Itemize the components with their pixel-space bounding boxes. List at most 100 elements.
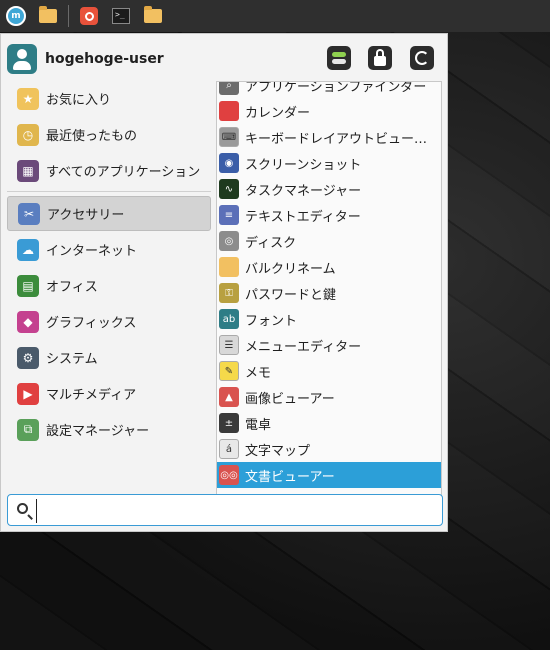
- play-icon: ▶: [17, 382, 39, 405]
- category-item[interactable]: ⚙ システム: [7, 340, 211, 375]
- app-label: 文書ビューアー: [245, 469, 335, 485]
- category-item[interactable]: ▶ マルチメディア: [7, 376, 211, 411]
- category-item[interactable]: ⧉ 設定マネージャー: [7, 412, 211, 447]
- office-icon: ▤: [17, 274, 39, 297]
- graphics-icon: ◆: [17, 310, 39, 333]
- app-list-item[interactable]: ◎◎ 文書ビューアー: [217, 462, 441, 488]
- settings-icon: ⧉: [17, 418, 39, 441]
- calendar-icon: [219, 101, 239, 121]
- firefox-icon: [80, 7, 98, 25]
- lock-screen-button[interactable]: [368, 46, 392, 70]
- category-list: ★ お気に入り ◷ 最近使ったもの ▦ すべてのアプリケーション ✂ アクセサリー ☁ インターネ…: [7, 81, 211, 448]
- application-menu: hogehoge-user ★ お気に入り ◷ 最近使ったもの ▦ すべてのアプリケーショ…: [0, 33, 448, 532]
- category-label: オフィス: [46, 280, 98, 295]
- recent-icon: ◷: [17, 123, 39, 146]
- image-viewer-icon: ▲: [219, 387, 239, 407]
- app-list-item[interactable]: ✎ メモ: [217, 358, 441, 384]
- avatar[interactable]: [7, 44, 37, 74]
- settings-toggle-icon: [332, 51, 346, 65]
- category-item[interactable]: ◷ 最近使ったもの: [7, 117, 211, 152]
- search-input[interactable]: [36, 499, 443, 523]
- app-list-item[interactable]: ab フォント: [217, 306, 441, 332]
- app-label: スクリーンショット: [245, 157, 362, 173]
- app-list-item[interactable]: ⌨ キーボードレイアウトビュー…: [217, 124, 441, 150]
- app-list-item[interactable]: á 文字マップ: [217, 436, 441, 462]
- folder-icon: [219, 257, 239, 277]
- app-list-item[interactable]: バルクリネーム: [217, 254, 441, 280]
- power-icon: [415, 51, 429, 65]
- folder-icon: [39, 6, 57, 23]
- search-box[interactable]: [7, 494, 443, 526]
- mint-logo-icon: m: [6, 6, 26, 26]
- app-list-item[interactable]: ± 電卓: [217, 410, 441, 436]
- app-list-item[interactable]: ◉ スクリーンショット: [217, 150, 441, 176]
- app-label: バルクリネーム: [245, 261, 336, 277]
- category-item[interactable]: ◆ グラフィックス: [7, 304, 211, 339]
- app-list-item[interactable]: ☰ メニューエディター: [217, 332, 441, 358]
- category-separator: [7, 191, 211, 192]
- category-label: すべてのアプリケーション: [46, 165, 201, 180]
- app-list-item[interactable]: ◎ ディスク: [217, 228, 441, 254]
- notes-icon: ✎: [219, 361, 239, 381]
- folder-icon: [144, 6, 162, 23]
- app-label: パスワードと鍵: [245, 287, 337, 303]
- gear-icon: ⚙: [17, 346, 39, 369]
- category-item[interactable]: ☁ インターネット: [7, 232, 211, 267]
- home-folder-launcher[interactable]: [137, 0, 169, 32]
- key-icon: ⚿: [219, 283, 239, 303]
- pulse-icon: ∿: [219, 179, 239, 199]
- app-label: ディスク: [245, 235, 297, 251]
- app-label: タスクマネージャー: [245, 183, 362, 199]
- app-label: カレンダー: [245, 105, 311, 121]
- application-list[interactable]: ⌕ アプリケーションファインダー カレンダー ⌨ キーボードレイアウトビュー… ◉ スクリー…: [216, 81, 442, 522]
- app-list-item[interactable]: ▲ 画像ビューアー: [217, 384, 441, 410]
- calculator-icon: ±: [219, 413, 239, 433]
- terminal-icon: >_: [112, 8, 130, 24]
- menu-header: hogehoge-user: [7, 42, 443, 76]
- app-label: 画像ビューアー: [245, 391, 335, 407]
- category-item[interactable]: ★ お気に入り: [7, 81, 211, 116]
- taskbar: m >_: [0, 0, 550, 32]
- settings-manager-button[interactable]: [327, 46, 351, 70]
- taskbar-separator: [68, 5, 69, 27]
- file-manager-launcher[interactable]: [32, 0, 64, 32]
- app-label: フォント: [245, 313, 298, 329]
- category-label: アクセサリー: [47, 208, 125, 223]
- category-label: 設定マネージャー: [46, 424, 150, 439]
- app-label: 電卓: [245, 417, 272, 433]
- app-list-item[interactable]: ⌕ アプリケーションファインダー: [217, 81, 441, 98]
- cloud-icon: ☁: [17, 238, 39, 261]
- text-editor-icon: ≡: [219, 205, 239, 225]
- app-label: 文字マップ: [245, 443, 311, 459]
- category-item[interactable]: ✂ アクセサリー: [7, 196, 211, 231]
- category-label: グラフィックス: [46, 316, 137, 331]
- grid-icon: ▦: [17, 159, 39, 182]
- category-item[interactable]: ▦ すべてのアプリケーション: [7, 153, 211, 188]
- search-icon: [17, 503, 28, 514]
- app-list-item[interactable]: カレンダー: [217, 98, 441, 124]
- user-name: hogehoge-user: [45, 51, 164, 67]
- category-label: システム: [46, 352, 98, 367]
- whisker-menu-button[interactable]: m: [0, 0, 32, 32]
- document-viewer-icon: ◎◎: [219, 465, 239, 485]
- app-label: メモ: [245, 365, 272, 381]
- camera-icon: ◉: [219, 153, 239, 173]
- app-label: テキストエディター: [245, 209, 361, 225]
- app-label: メニューエディター: [245, 339, 362, 355]
- scissors-icon: ✂: [18, 202, 40, 225]
- app-list-item[interactable]: ≡ テキストエディター: [217, 202, 441, 228]
- character-map-icon: á: [219, 439, 239, 459]
- app-label: キーボードレイアウトビュー…: [245, 131, 428, 147]
- category-item[interactable]: ▤ オフィス: [7, 268, 211, 303]
- logout-button[interactable]: [410, 46, 434, 70]
- app-label: アプリケーションファインダー: [245, 81, 427, 95]
- disk-icon: ◎: [219, 231, 239, 251]
- terminal-launcher[interactable]: >_: [105, 0, 137, 32]
- magnifier-icon: ⌕: [219, 82, 239, 95]
- app-list-item[interactable]: ∿ タスクマネージャー: [217, 176, 441, 202]
- font-icon: ab: [219, 309, 239, 329]
- category-label: お気に入り: [46, 93, 112, 108]
- app-list-item[interactable]: ⚿ パスワードと鍵: [217, 280, 441, 306]
- keyboard-icon: ⌨: [219, 127, 239, 147]
- browser-launcher[interactable]: [73, 0, 105, 32]
